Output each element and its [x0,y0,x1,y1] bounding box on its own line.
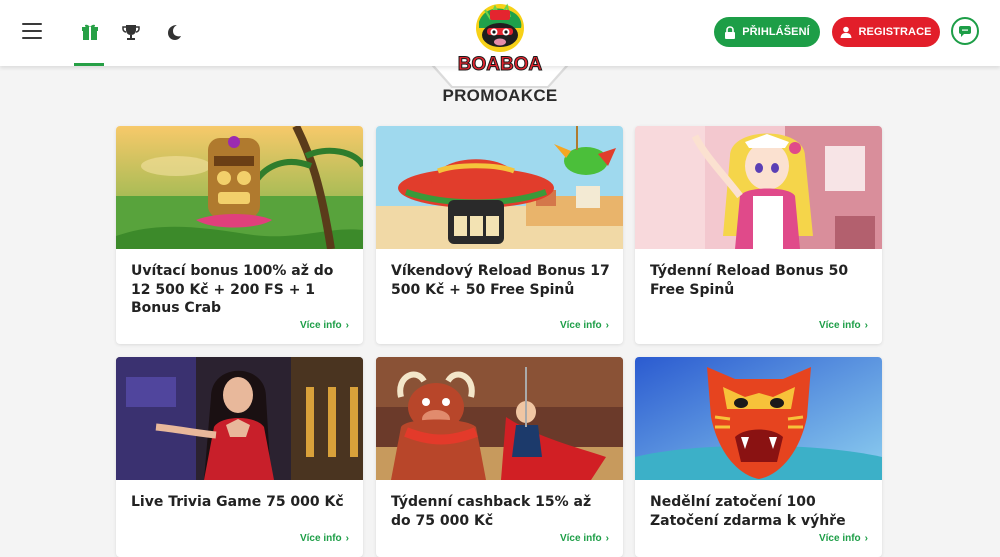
chevron-right-icon: › [345,533,349,544]
more-info-link[interactable]: Více info › [560,533,609,544]
promo-title: Víkendový Reload Bonus 17 500 Kč + 50 Fr… [391,263,610,298]
register-label: REGISTRACE [858,26,932,38]
boaboa-logo[interactable]: BOABOA [455,2,545,76]
gift-icon[interactable] [80,22,100,42]
more-info-label: Více info [299,320,342,331]
chevron-right-icon: › [345,320,349,331]
more-info-label: Více info [818,320,861,331]
chevron-right-icon: › [864,533,868,544]
promo-title: Uvítací bonus 100% až do 12 500 Kč + 200… [131,263,334,316]
chat-icon [959,25,971,37]
logo-text: BOABOA [458,54,543,75]
promo-image-live-dealer [116,357,363,480]
promo-title: Týdenní cashback 15% až do 75 000 Kč [391,494,592,529]
more-info-link[interactable]: Více info › [819,533,868,544]
more-info-link[interactable]: Více info › [560,320,609,331]
chat-button[interactable] [951,17,979,45]
more-info-link[interactable]: Více info › [300,533,349,544]
more-info-link[interactable]: Více info › [300,320,349,331]
more-info-label: Více info [818,533,861,544]
promo-title: Týdenní Reload Bonus 50 Free Spinů [650,263,849,298]
chevron-right-icon: › [864,320,868,331]
moon-icon[interactable] [164,22,184,42]
promo-card[interactable]: Víkendový Reload Bonus 17 500 Kč + 50 Fr… [376,126,623,344]
user-icon [840,26,852,38]
chevron-right-icon: › [605,533,609,544]
page-title: PROMOAKCE [442,86,558,105]
promo-title: Nedělní zatočení 100 Zatočení zdarma k v… [650,494,846,529]
more-info-label: Více info [299,533,342,544]
login-label: PŘIHLÁŠENÍ [742,26,810,38]
trophy-icon[interactable] [121,22,141,42]
active-tab-indicator [74,63,104,66]
promo-image-anime-maid [635,126,882,249]
more-info-label: Více info [559,533,602,544]
promo-card[interactable]: Týdenní Reload Bonus 50 Free Spinů Více … [635,126,882,344]
more-info-label: Více info [559,320,602,331]
promo-image-tiger-mask [635,357,882,480]
promo-card[interactable]: Týdenní cashback 15% až do 75 000 Kč Víc… [376,357,623,557]
chevron-right-icon: › [605,320,609,331]
promo-title: Live Trivia Game 75 000 Kč [131,494,344,510]
promo-card[interactable]: Nedělní zatočení 100 Zatočení zdarma k v… [635,357,882,557]
menu-icon[interactable] [22,23,42,39]
login-button[interactable]: PŘIHLÁŠENÍ [714,17,820,47]
register-button[interactable]: REGISTRACE [832,17,940,47]
promo-image-sombrero [376,126,623,249]
promo-card[interactable]: Uvítací bonus 100% až do 12 500 Kč + 200… [116,126,363,344]
promo-image-bull-matador [376,357,623,480]
more-info-link[interactable]: Více info › [819,320,868,331]
promo-image-tiki [116,126,363,249]
lock-icon [725,25,736,39]
promo-card[interactable]: Live Trivia Game 75 000 Kč Více info › [116,357,363,557]
